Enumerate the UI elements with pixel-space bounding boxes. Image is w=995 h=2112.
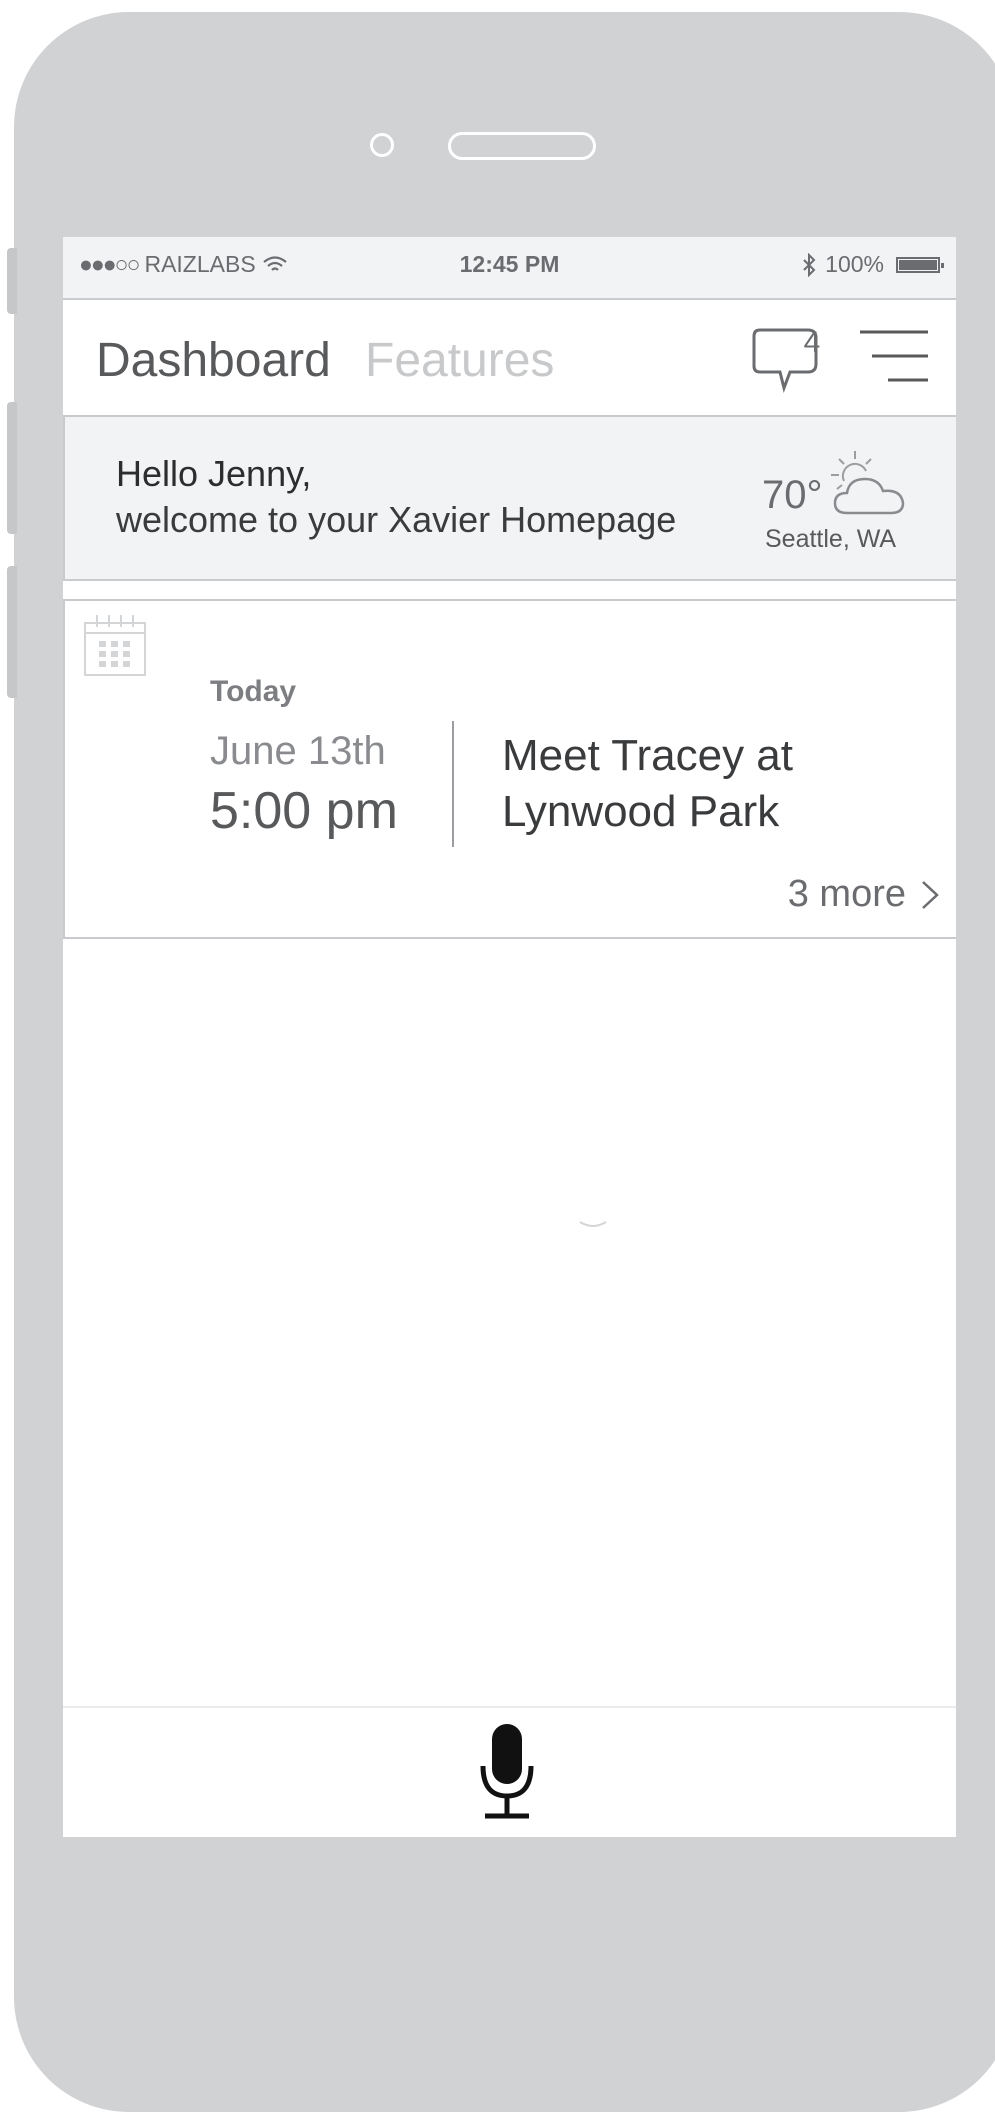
upcoming-event-card[interactable]: Today June 13th 5:00 pm Meet Tracey at L… [63,599,956,939]
hamburger-menu-icon[interactable] [858,328,930,388]
event-divider [452,721,454,847]
battery-level [899,259,937,270]
earpiece-speaker [448,132,596,160]
app-screen: ●●●○○ RAIZLABS 12:45 PM 100% Dashboard F… [63,237,956,1837]
event-time: 5:00 pm [210,782,398,840]
chat-bubble-icon[interactable]: 4 [746,322,832,394]
voice-input-bar [63,1706,956,1837]
calendar-icon [84,615,146,676]
microphone-icon[interactable] [479,1722,535,1820]
event-title-line2: Lynwood Park [502,787,780,836]
loading-indicator [579,1221,607,1227]
greeting-line: Hello Jenny, [116,453,312,494]
event-title-line1: Meet Tracey at [502,731,794,780]
front-camera [370,133,394,157]
status-bar: ●●●○○ RAIZLABS 12:45 PM 100% [63,237,956,300]
welcome-banner: Hello Jenny, welcome to your Xavier Home… [63,417,956,581]
more-events-label: 3 more [787,873,906,915]
tab-features[interactable]: Features [365,333,554,388]
chevron-right-icon [922,880,939,909]
mute-switch [7,248,17,314]
weather-location: Seattle, WA [765,525,897,553]
battery-percent: 100% [825,251,884,277]
welcome-line: welcome to your Xavier Homepage [116,499,677,540]
event-date: June 13th [210,729,386,773]
battery-icon [896,256,944,273]
event-day-label: Today [210,675,297,708]
volume-up-button [7,402,17,534]
top-nav: Dashboard Features 4 [63,300,956,417]
volume-down-button [7,566,17,698]
partly-cloudy-icon [831,451,905,515]
messages-badge: 4 [804,326,821,359]
bluetooth-icon [803,252,816,277]
temperature: 70° [762,473,823,517]
tab-dashboard[interactable]: Dashboard [96,333,331,388]
more-events-link[interactable]: 3 more [788,873,940,916]
